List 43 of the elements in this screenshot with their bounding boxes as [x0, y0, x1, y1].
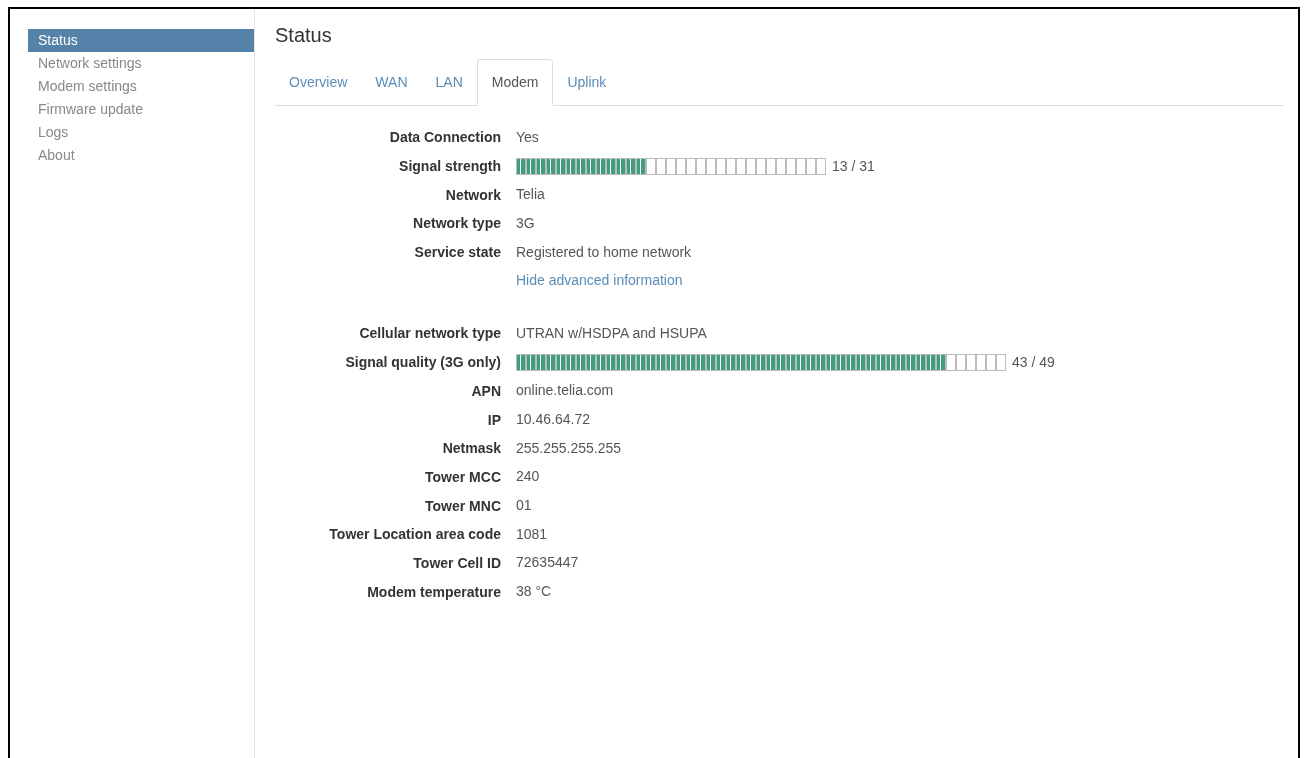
page-title: Status	[275, 23, 332, 48]
toggle-advanced-link[interactable]: Hide advanced information	[516, 270, 683, 292]
field-value: 3G	[516, 213, 535, 233]
field-label: Tower Cell ID	[413, 554, 501, 571]
field-value: 38 °C	[516, 582, 552, 602]
field-label: Cellular network type	[359, 325, 501, 342]
tab[interactable]: LAN	[421, 59, 477, 106]
field-label: Service state	[414, 244, 501, 261]
field-label: Network	[445, 186, 501, 203]
field-label: Netmask	[442, 440, 501, 457]
field-value: Registered to home network	[516, 242, 692, 262]
field-label: APN	[471, 382, 501, 399]
field-label: Signal quality (3G only)	[345, 354, 501, 371]
field-label: Tower MCC	[425, 468, 501, 485]
sidebar-item[interactable]: Status	[28, 29, 254, 52]
field-value: Yes	[516, 127, 539, 147]
tab[interactable]: Uplink	[553, 59, 621, 106]
meter-reading: 13 / 31	[832, 156, 875, 176]
tab[interactable]: WAN	[361, 59, 422, 106]
field-label: Network type	[413, 215, 501, 232]
field-label: IP	[487, 411, 501, 428]
sidebar-item[interactable]: About	[28, 144, 254, 167]
field-label: Signal strength	[399, 158, 501, 175]
sidebar-item[interactable]: Firmware update	[28, 98, 254, 121]
field-value: 72635447	[516, 553, 579, 573]
field-label: Data Connection	[389, 129, 501, 146]
field-value: online.telia.com	[516, 381, 614, 401]
field-value: UTRAN w/HSDPA and HSUPA	[516, 323, 707, 343]
sidebar-item[interactable]: Logs	[28, 121, 254, 144]
field-value: 1081	[516, 524, 548, 544]
tab[interactable]: Overview	[275, 59, 362, 106]
meter-reading: 43 / 49	[1012, 352, 1055, 372]
field-value: 255.255.255.255	[516, 438, 622, 458]
field-label: Tower Location area code	[329, 526, 501, 543]
sidebar-item[interactable]: Modem settings	[28, 75, 254, 98]
field-value: 01	[516, 496, 532, 516]
field-label: Modem temperature	[367, 583, 501, 600]
field-label: Tower MNC	[425, 497, 501, 514]
tab[interactable]: Modem	[476, 59, 554, 106]
field-value: Telia	[516, 185, 545, 205]
field-value: 10.46.64.72	[516, 410, 590, 430]
field-value: 240	[516, 467, 540, 487]
sidebar-item[interactable]: Network settings	[28, 52, 254, 75]
